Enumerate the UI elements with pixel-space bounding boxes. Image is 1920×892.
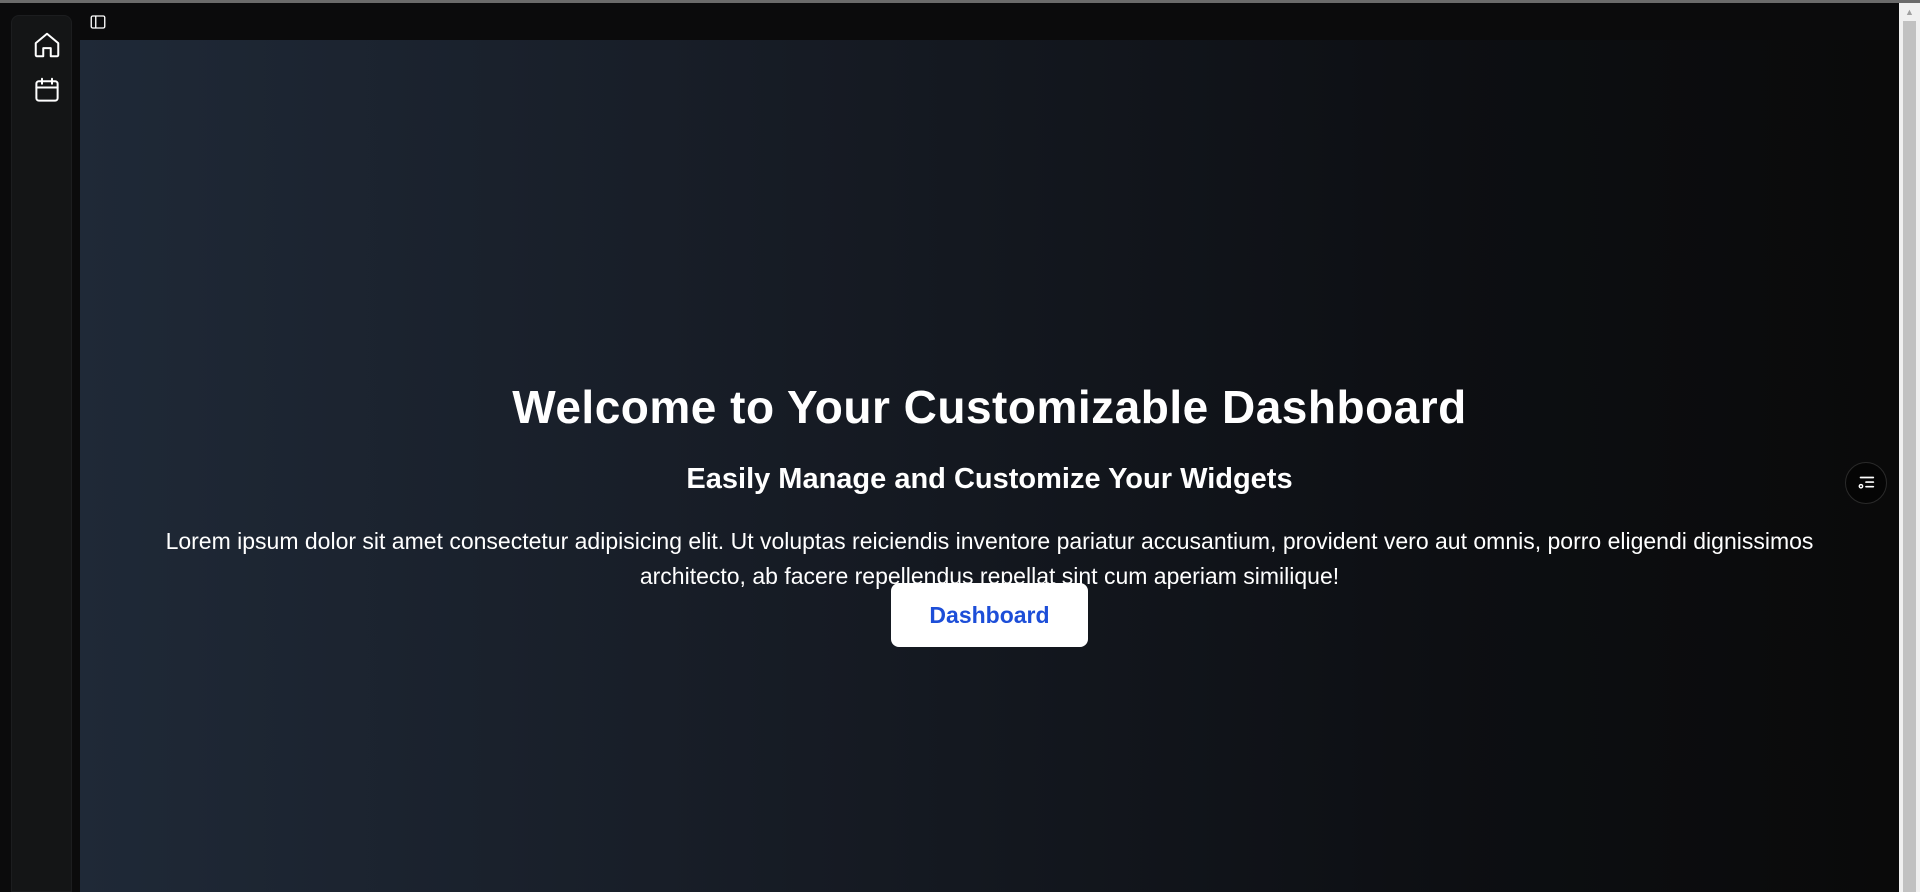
widget-settings-button[interactable]: [1845, 462, 1887, 504]
hero-title: Welcome to Your Customizable Dashboard: [512, 381, 1467, 433]
hero-subtitle: Easily Manage and Customize Your Widgets: [686, 463, 1293, 495]
scroll-up-arrow-icon[interactable]: ▲: [1899, 3, 1920, 20]
sidebar-item-calendar[interactable]: [32, 75, 62, 105]
window-top-border: [0, 0, 1920, 3]
main-content: Welcome to Your Customizable Dashboard E…: [80, 40, 1899, 892]
app-window: Welcome to Your Customizable Dashboard E…: [0, 0, 1920, 892]
sidebar-toggle-button[interactable]: [88, 12, 108, 32]
hero-section: Welcome to Your Customizable Dashboard E…: [80, 40, 1899, 892]
calendar-icon: [35, 77, 59, 102]
sidebar-item-home[interactable]: [32, 30, 62, 60]
vertical-scrollbar[interactable]: ▲: [1899, 3, 1920, 892]
widget-settings-icon: [1858, 476, 1875, 489]
scrollbar-thumb[interactable]: [1903, 21, 1916, 892]
dashboard-button[interactable]: Dashboard: [891, 583, 1088, 647]
sidebar-toggle-icon: [90, 15, 106, 29]
sidebar: [11, 15, 72, 892]
home-icon: [34, 32, 60, 58]
